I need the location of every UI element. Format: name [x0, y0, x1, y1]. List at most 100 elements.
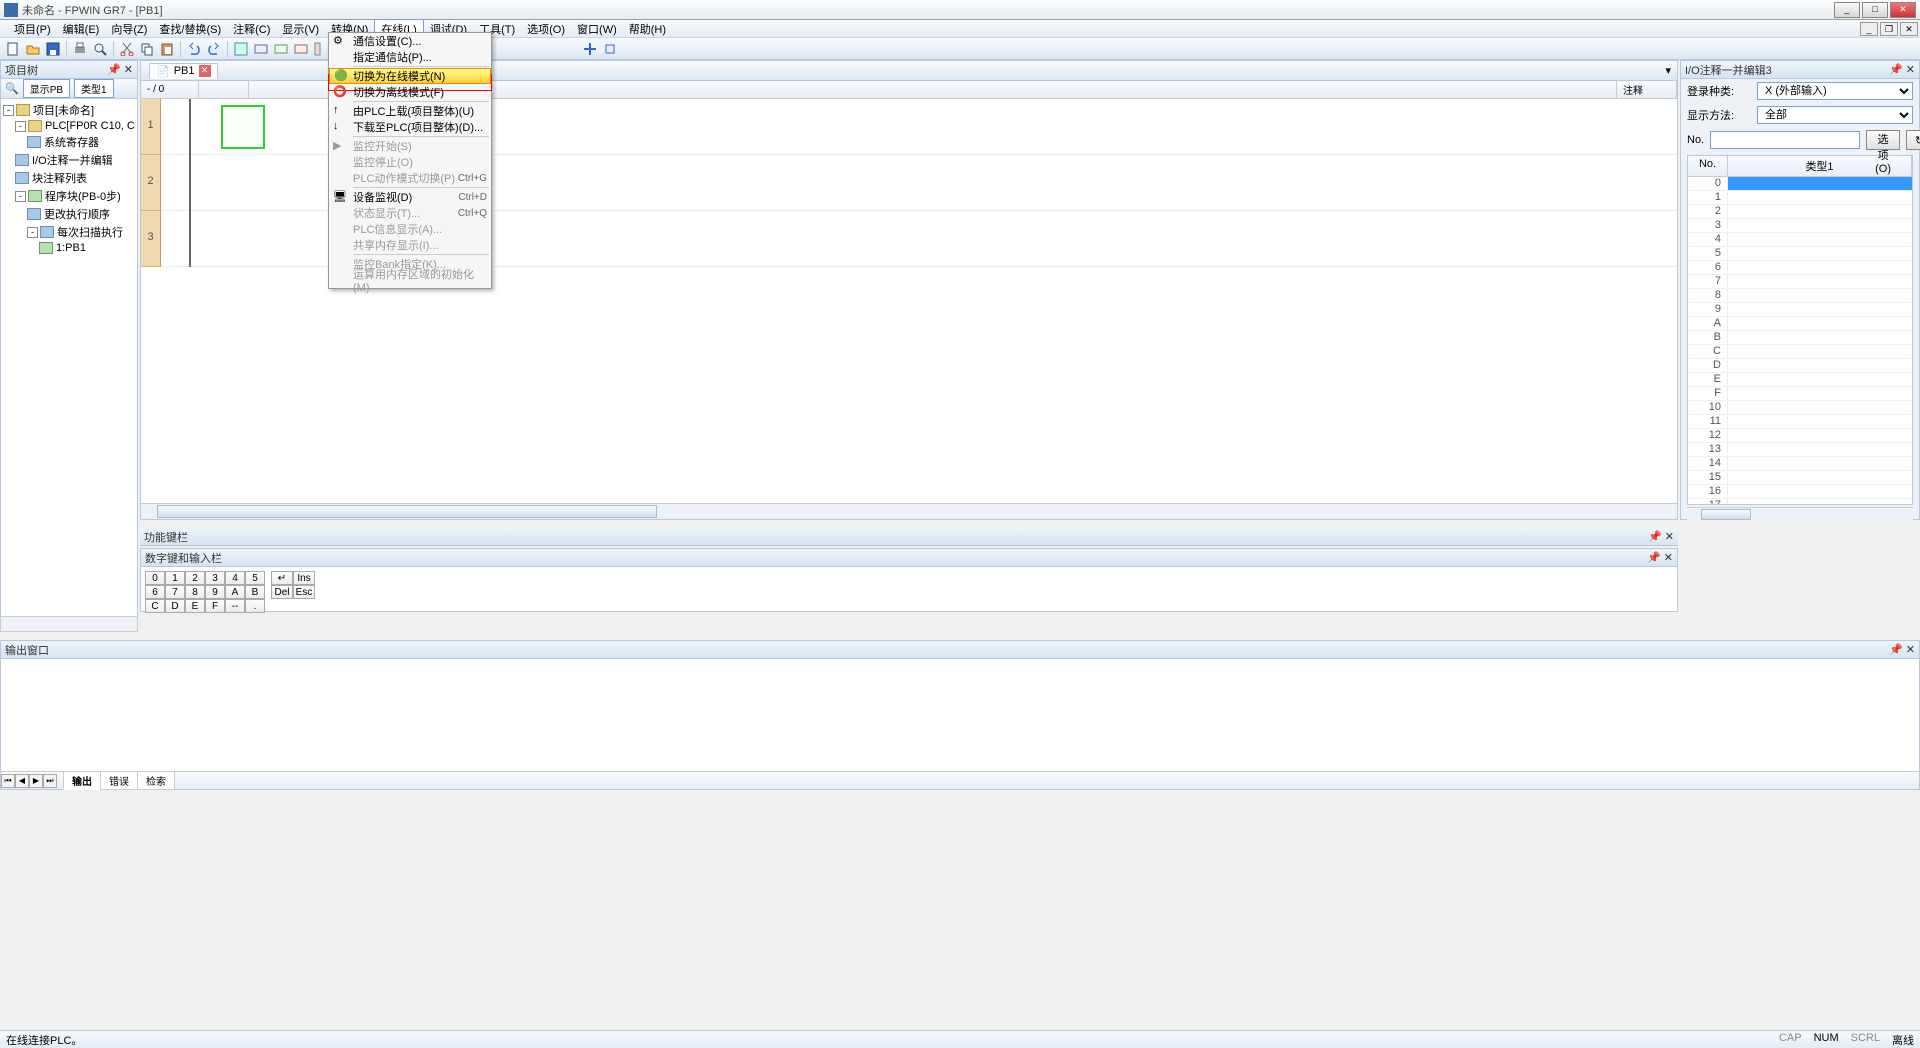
- numpad-key[interactable]: 4: [225, 571, 245, 585]
- io-row-value[interactable]: [1728, 219, 1912, 232]
- numpad-key[interactable]: 9: [205, 585, 225, 599]
- paste-button[interactable]: [158, 40, 176, 58]
- io-row-value[interactable]: [1728, 373, 1912, 386]
- output-text-area[interactable]: [1, 659, 1919, 773]
- io-table-row[interactable]: E: [1688, 373, 1912, 387]
- tree-toggle[interactable]: -: [3, 105, 14, 116]
- copy-button[interactable]: [138, 40, 156, 58]
- numpad-key[interactable]: A: [225, 585, 245, 599]
- tree-node[interactable]: I/O注释一并编辑: [3, 151, 135, 169]
- io-table-row[interactable]: 5: [1688, 247, 1912, 261]
- numpad-side-key[interactable]: Esc: [293, 585, 315, 599]
- io-method-select[interactable]: 全部: [1757, 106, 1913, 124]
- io-table-row[interactable]: A: [1688, 317, 1912, 331]
- ladder-cursor[interactable]: [221, 105, 265, 149]
- io-row-value[interactable]: [1728, 429, 1912, 442]
- io-table-row[interactable]: C: [1688, 345, 1912, 359]
- tree-toggle[interactable]: -: [27, 227, 38, 238]
- numpad-key[interactable]: C: [145, 599, 165, 613]
- io-row-value[interactable]: [1728, 191, 1912, 204]
- close-icon[interactable]: ✕: [1906, 64, 1915, 76]
- numpad-key[interactable]: --: [225, 599, 245, 613]
- menu-item-download-to-plc[interactable]: ↓下载至PLC(项目整体)(D)...: [329, 119, 491, 135]
- io-table-row[interactable]: 6: [1688, 261, 1912, 275]
- tree-node[interactable]: 系统寄存器: [3, 133, 135, 151]
- io-table-row[interactable]: 17: [1688, 499, 1912, 505]
- close-icon[interactable]: ✕: [1906, 644, 1915, 656]
- close-button[interactable]: ✕: [1890, 2, 1916, 18]
- io-table-row[interactable]: 4: [1688, 233, 1912, 247]
- output-nav-first[interactable]: ⏮: [1, 774, 15, 788]
- io-table-row[interactable]: 12: [1688, 429, 1912, 443]
- mdi-close-button[interactable]: ✕: [1900, 22, 1918, 36]
- menu-comment[interactable]: 注释(C): [227, 20, 276, 38]
- io-kind-select[interactable]: X (外部输入): [1757, 82, 1913, 100]
- toolbar-btn-c[interactable]: [292, 40, 310, 58]
- menu-edit[interactable]: 编辑(E): [57, 20, 106, 38]
- io-table-row[interactable]: 13: [1688, 443, 1912, 457]
- menu-item-device-monitor[interactable]: 🖥设备监视(D)Ctrl+D: [329, 189, 491, 205]
- menu-window[interactable]: 窗口(W): [571, 20, 623, 38]
- print-button[interactable]: [71, 40, 89, 58]
- redo-button[interactable]: [205, 40, 223, 58]
- tree-node[interactable]: 更改执行顺序: [3, 205, 135, 223]
- io-row-value[interactable]: [1728, 401, 1912, 414]
- numpad-key[interactable]: 0: [145, 571, 165, 585]
- io-row-value[interactable]: [1728, 317, 1912, 330]
- numpad-key[interactable]: 1: [165, 571, 185, 585]
- numpad-key[interactable]: 7: [165, 585, 185, 599]
- menu-wizard[interactable]: 向导(Z): [105, 20, 153, 38]
- io-table-row[interactable]: 8: [1688, 289, 1912, 303]
- io-refresh-button[interactable]: ↻: [1906, 130, 1920, 150]
- io-table-row[interactable]: 16: [1688, 485, 1912, 499]
- io-no-input[interactable]: [1710, 131, 1860, 149]
- output-tab-search[interactable]: 检索: [137, 771, 175, 790]
- io-row-value[interactable]: [1728, 415, 1912, 428]
- tab-dropdown-icon[interactable]: ▾: [1659, 64, 1677, 77]
- close-icon[interactable]: ✕: [124, 64, 133, 76]
- numpad-side-key[interactable]: ↵: [271, 571, 293, 585]
- menu-options[interactable]: 选项(O): [521, 20, 571, 38]
- pin-icon[interactable]: 📌: [107, 64, 121, 76]
- menu-project[interactable]: 项目(P): [8, 20, 57, 38]
- open-button[interactable]: [24, 40, 42, 58]
- numpad-key[interactable]: B: [245, 585, 265, 599]
- tree-tab-pb[interactable]: 显示PB: [23, 79, 70, 98]
- cut-button[interactable]: [118, 40, 136, 58]
- numpad-side-key[interactable]: Ins: [293, 571, 315, 585]
- io-table-row[interactable]: B: [1688, 331, 1912, 345]
- io-table-row[interactable]: 14: [1688, 457, 1912, 471]
- minimize-button[interactable]: _: [1834, 2, 1860, 18]
- tree-node[interactable]: 块注释列表: [3, 169, 135, 187]
- tree-node[interactable]: -项目[未命名]: [3, 101, 135, 119]
- tree-body[interactable]: -项目[未命名]-PLC[FP0R C10, C系统寄存器I/O注释一并编辑块注…: [1, 99, 137, 629]
- pin-icon[interactable]: 📌: [1647, 552, 1661, 564]
- menu-search-replace[interactable]: 查找/替换(S): [153, 20, 227, 38]
- tree-node[interactable]: -程序块(PB-0步): [3, 187, 135, 205]
- numpad-key[interactable]: E: [185, 599, 205, 613]
- toolbar-btn-i[interactable]: [601, 40, 619, 58]
- tree-toggle[interactable]: -: [15, 121, 26, 132]
- numpad-key[interactable]: 6: [145, 585, 165, 599]
- output-nav-next[interactable]: ▶: [29, 774, 43, 788]
- io-row-value[interactable]: [1728, 289, 1912, 302]
- io-row-value[interactable]: [1728, 261, 1912, 274]
- project-tree-h-scrollbar[interactable]: [0, 616, 138, 632]
- numpad-key[interactable]: 5: [245, 571, 265, 585]
- io-table-row[interactable]: 15: [1688, 471, 1912, 485]
- io-table-row[interactable]: 0: [1688, 177, 1912, 191]
- io-row-value[interactable]: [1728, 359, 1912, 372]
- menu-item-switch-online[interactable]: 🟢切换为在线模式(N): [329, 68, 491, 84]
- tree-toggle[interactable]: -: [15, 191, 26, 202]
- tree-node[interactable]: 1:PB1: [3, 241, 135, 255]
- numpad-key[interactable]: .: [245, 599, 265, 613]
- convert-button[interactable]: [232, 40, 250, 58]
- new-button[interactable]: [4, 40, 22, 58]
- mdi-restore-button[interactable]: ❐: [1880, 22, 1898, 36]
- io-row-value[interactable]: [1728, 275, 1912, 288]
- menu-item-switch-offline[interactable]: ⭕切换为离线模式(F): [329, 84, 491, 100]
- toolbar-btn-a[interactable]: [252, 40, 270, 58]
- io-table-row[interactable]: D: [1688, 359, 1912, 373]
- io-table-row[interactable]: 9: [1688, 303, 1912, 317]
- close-icon[interactable]: ✕: [1665, 531, 1674, 543]
